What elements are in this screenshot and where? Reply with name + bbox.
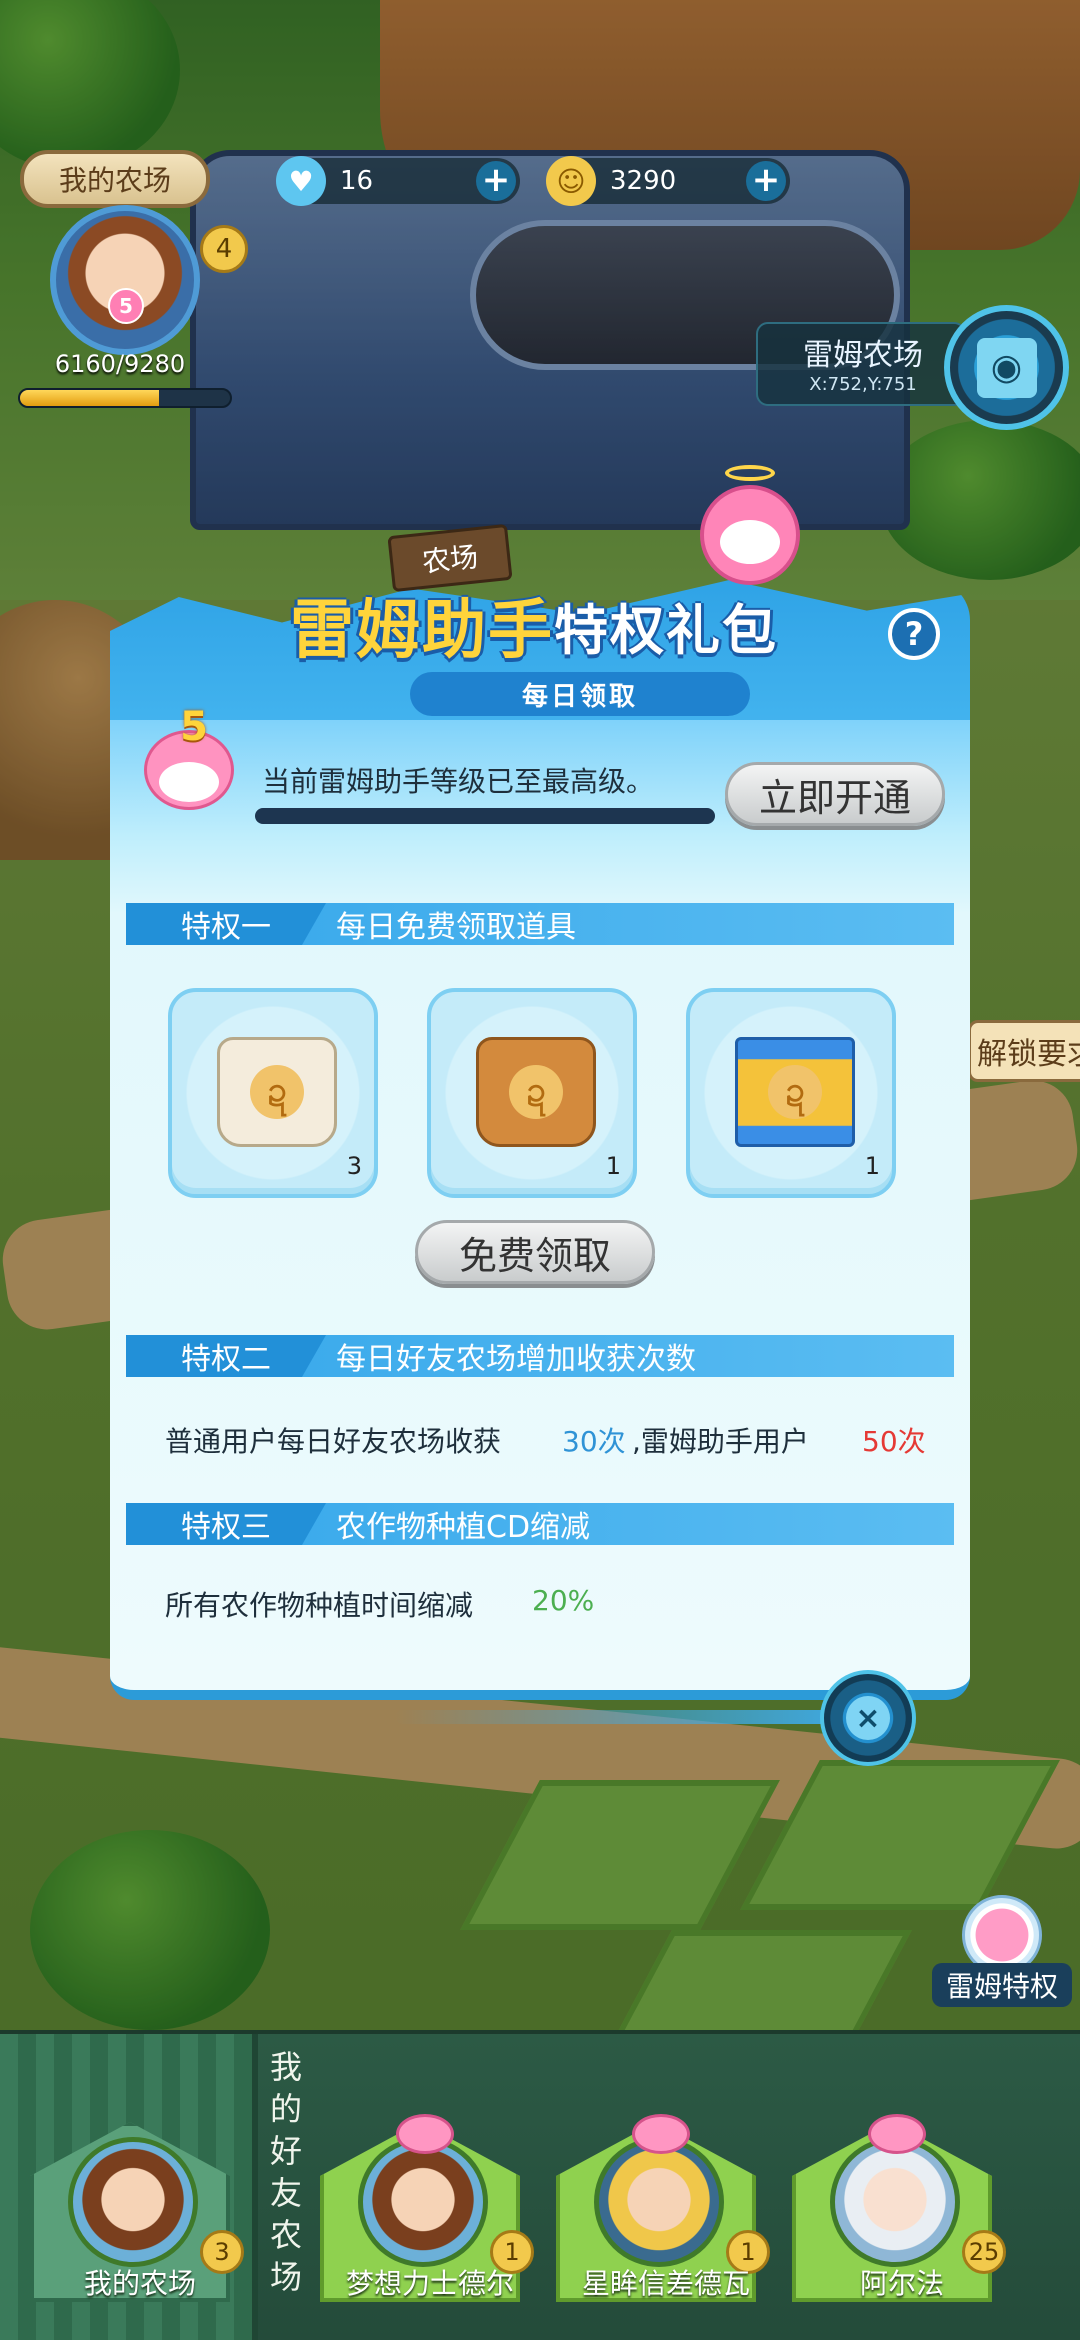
friend-name: 梦想力士德尔 [345,2267,514,2300]
privilege-2-header: 特权二 每日好友农场增加收获次数 [126,1335,954,1377]
assistant-level: 5 [180,704,208,750]
privilege-name: 每日好友农场增加收获次数 [336,1342,696,1377]
farm-switch-bar: 3 我的农场 我的好友农场 1 梦想力士德尔 1 星眸信差德瓦 25 阿尔法 [0,2030,1080,2340]
friend-farm-card[interactable]: 1 星眸信差德瓦 [556,2082,770,2302]
my-farm-card[interactable]: 3 我的农场 [30,2082,244,2302]
assistant-level-bar [255,808,715,824]
location-name: 雷姆农场 [803,338,923,373]
avatar [594,2137,724,2267]
privilege-2-text-a: 普通用户每日好友农场收获 [165,1425,502,1458]
reward-item-seed-box[interactable]: ဍ 1 [686,988,896,1198]
privilege-3-text: 所有农作物种植时间缩减 [165,1589,474,1622]
location-coordinates: X:752,Y:751 [809,374,917,395]
cd-reduction-value: 20% [532,1584,595,1617]
friend-farm-card[interactable]: 1 梦想力士德尔 [320,2082,534,2302]
exp-text: 6160/9280 [54,350,186,378]
level-badge: 4 [200,225,248,273]
item-count: 1 [605,1152,621,1180]
pet-level-badge: 5 [108,288,144,324]
location-info: 雷姆农场 X:752,Y:751 [756,322,966,406]
gem-value: 16 [340,166,374,196]
avatar [358,2137,488,2267]
privilege-3-header: 特权三 农作物种植CD缩减 [126,1503,954,1545]
coin-counter: ☺ 3290 + [546,156,790,206]
rem-privilege-button[interactable]: 雷姆特权 [932,1895,1072,2015]
title-part1: 雷姆助手 [290,594,554,668]
avatar [830,2137,960,2267]
item-count: 3 [346,1152,362,1180]
friend-name: 星眸信差德瓦 [581,2267,750,2300]
privilege-2-text-b: ,雷姆助手用户 [632,1425,809,1458]
pet-icon [632,2114,690,2154]
friend-name: 阿尔法 [859,2267,944,2300]
avatar [68,2137,198,2267]
white-seed-bag-icon: ဍ [217,1037,337,1147]
open-now-button[interactable]: 立即开通 [725,762,945,826]
privilege-name: 每日免费领取道具 [336,910,576,945]
exp-bar [18,388,232,408]
halo-icon [725,465,775,481]
rem-privilege-label: 雷姆特权 [932,1963,1072,2007]
close-popup-button[interactable]: × [820,1670,916,1766]
pet-icon [396,2114,454,2154]
assistant-user-harvest-count: 50次 [862,1425,926,1458]
angel-pet-mascot [680,465,820,595]
brown-seed-bag-icon: ဍ [476,1037,596,1147]
assistant-level-text: 当前雷姆助手等级已至最高级。 [262,765,655,798]
map-icon: ◉ [976,337,1037,398]
privilege-number: 特权三 [126,1503,326,1545]
privilege-number: 特权二 [126,1335,326,1377]
gem-counter: ♥ 16 + [276,156,520,206]
close-icon: × [846,1696,890,1740]
reward-item-white-seed-bag[interactable]: ဍ 3 [168,988,378,1198]
privilege-name: 农作物种植CD缩减 [336,1510,591,1545]
assistant-pet-icon: 5 [134,704,244,820]
add-coins-button[interactable]: + [746,161,786,201]
free-claim-button[interactable]: 免费领取 [415,1220,655,1284]
item-count: 1 [864,1152,880,1180]
add-gems-button[interactable]: + [476,161,516,201]
daily-claim-subtitle: 每日领取 [410,672,750,716]
pet-icon [868,2114,926,2154]
normal-user-harvest-count: 30次 [562,1425,626,1458]
privilege-gift-popup: 5 当前雷姆助手等级已至最高级。 立即开通 特权一 每日免费领取道具 ဍ 3 ဍ… [110,704,970,1700]
friend-farm-card[interactable]: 25 阿尔法 [792,2082,1006,2302]
privilege-number: 特权一 [126,903,326,945]
cat-coin-icon: ☺ [546,156,596,206]
help-button[interactable]: ? [888,608,940,660]
coin-value: 3290 [610,166,677,196]
farm-name: 我的农场 [83,2267,196,2300]
reward-item-brown-seed-bag[interactable]: ဍ 1 [427,988,637,1198]
my-farm-profile[interactable]: 我的农场 4 5 6160/9280 [10,150,248,415]
popup-header: 农场 雷姆助手 特权礼包 ? 每日领取 [110,465,970,750]
privilege-1-header: 特权一 每日免费领取道具 [126,903,954,945]
heart-gem-icon: ♥ [276,156,326,206]
farm-label: 我的农场 [20,150,210,208]
title-part2: 特权礼包 [554,598,778,662]
popup-title: 雷姆助手 特权礼包 [290,580,890,670]
close-bar [395,1710,855,1724]
avatar[interactable] [50,205,200,355]
map-button[interactable]: ◉ [944,305,1069,430]
unlock-requirement-sign[interactable]: 解锁要求 [968,1020,1080,1082]
exp-bar-fill [20,390,160,406]
friends-farm-label: 我的好友农场 [269,2048,302,2296]
seed-box-icon: ဍ [735,1037,855,1147]
